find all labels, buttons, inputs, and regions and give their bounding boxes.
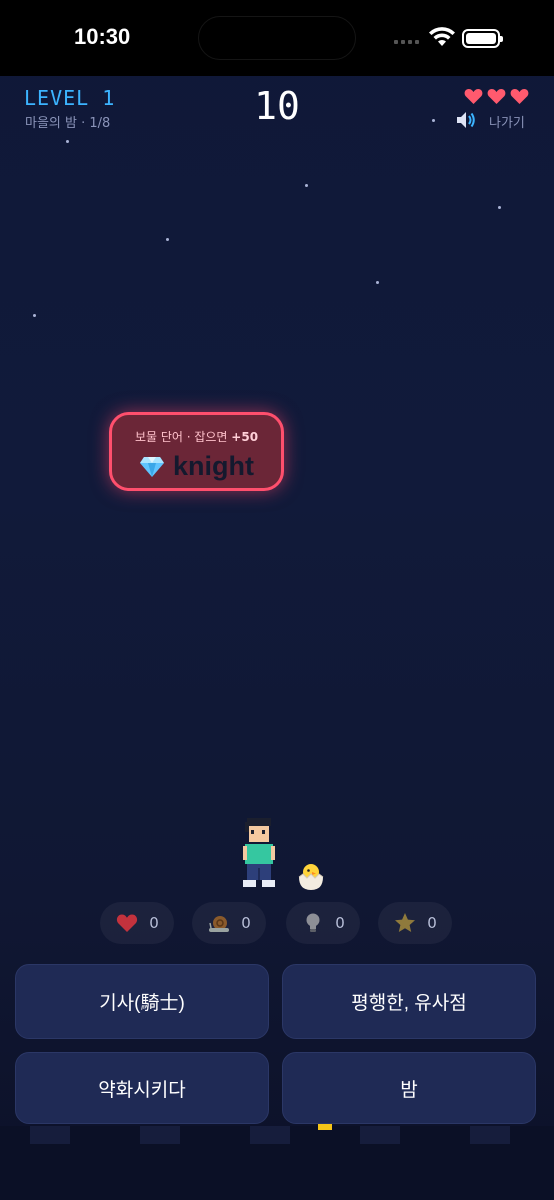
cellular-signal-icon (394, 40, 419, 44)
hatching-chick-icon (298, 864, 324, 890)
item-snail-count: 0 (241, 914, 251, 932)
item-lightbulb[interactable]: 0 (286, 902, 360, 944)
player-character (243, 818, 275, 887)
treasure-word-card[interactable]: 보물 단어 · 잡으면 +50 knight (109, 412, 284, 491)
treasure-hint: 보물 단어 · 잡으면 +50 (112, 428, 281, 445)
answer-button-2[interactable]: 평행한, 유사점 (282, 964, 536, 1039)
wifi-icon (429, 27, 455, 46)
ground-tile (140, 1126, 180, 1144)
dynamic-island (198, 16, 356, 60)
answer-button-1[interactable]: 기사(騎士) (15, 964, 269, 1039)
ground-tile (30, 1126, 70, 1144)
treasure-bonus: +50 (231, 430, 259, 444)
treasure-hint-text: 보물 단어 · 잡으면 (134, 430, 232, 444)
item-star-count: 0 (427, 914, 437, 932)
item-snail[interactable]: 0 (192, 902, 266, 944)
sound-toggle-icon[interactable] (455, 110, 477, 130)
answer-button-4[interactable]: 밤 (282, 1052, 536, 1124)
ground-tile (360, 1126, 400, 1144)
life-heart-icon (487, 89, 506, 104)
powerup-bar: 0 0 0 0 (0, 902, 554, 946)
heart-icon (117, 914, 138, 932)
life-heart-icon (510, 89, 529, 104)
status-bar: 10:30 (0, 0, 554, 76)
diamond-icon (140, 456, 164, 477)
exit-button[interactable]: 나가기 (489, 112, 525, 131)
answer-button-3[interactable]: 약화시키다 (15, 1052, 269, 1124)
item-heart-count: 0 (149, 914, 159, 932)
lives-indicator (464, 88, 529, 105)
star-icon (395, 913, 416, 932)
ground-tile (250, 1126, 290, 1144)
ground-tile (470, 1126, 510, 1144)
lightbulb-icon (306, 913, 320, 932)
status-time: 10:30 (74, 24, 131, 49)
item-star[interactable]: 0 (378, 902, 452, 944)
treasure-word: knight (173, 451, 254, 481)
street-lamp (318, 1124, 332, 1130)
battery-icon (462, 29, 503, 48)
life-heart-icon (464, 89, 483, 104)
snail-icon (209, 916, 230, 932)
item-heart[interactable]: 0 (100, 902, 174, 944)
item-lightbulb-count: 0 (335, 914, 345, 932)
